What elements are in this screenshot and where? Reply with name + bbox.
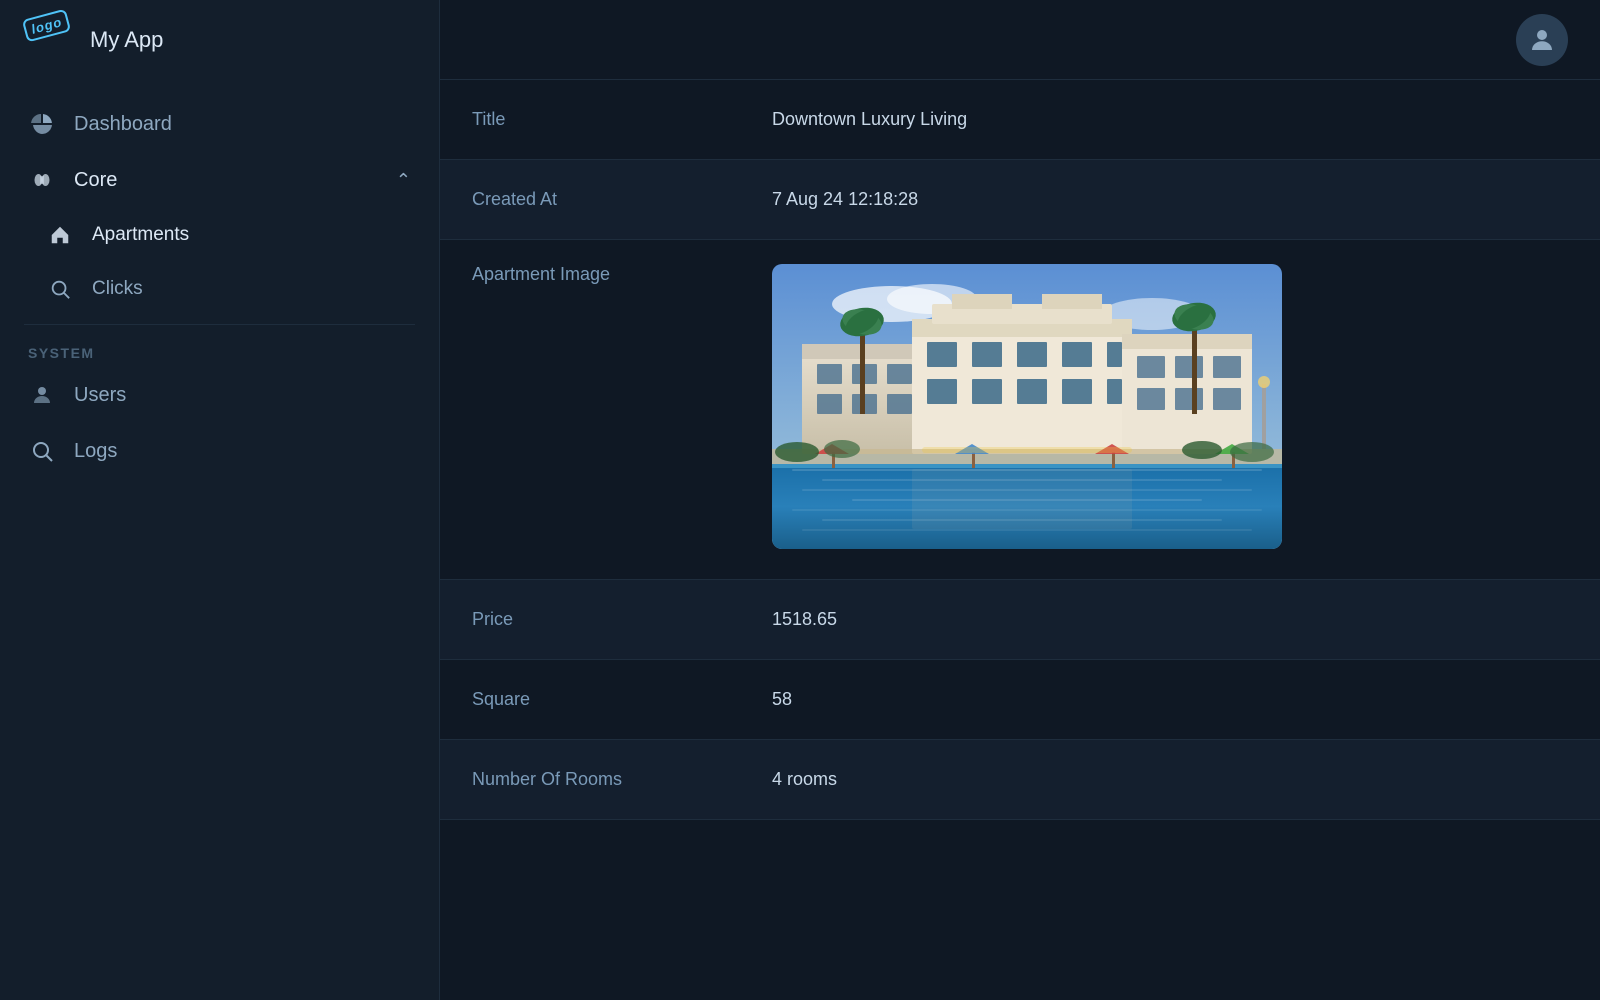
dashboard-label: Dashboard xyxy=(74,113,172,136)
value-square: 58 xyxy=(772,689,1568,710)
detail-row-apartment-image: Apartment Image xyxy=(440,240,1600,580)
label-number-of-rooms: Number Of Rooms xyxy=(472,769,772,790)
detail-table: Title Downtown Luxury Living Created At … xyxy=(440,80,1600,1000)
clicks-label: Clicks xyxy=(92,278,143,300)
logo-icon: logo xyxy=(24,14,76,66)
sidebar-item-logs[interactable]: Logs xyxy=(0,423,439,479)
value-title: Downtown Luxury Living xyxy=(772,109,1568,130)
user-avatar[interactable] xyxy=(1516,14,1568,66)
value-created-at: 7 Aug 24 12:18:28 xyxy=(772,189,1568,210)
label-apartment-image: Apartment Image xyxy=(472,264,772,285)
main-content: Title Downtown Luxury Living Created At … xyxy=(440,0,1600,1000)
label-price: Price xyxy=(472,609,772,630)
detail-row-title: Title Downtown Luxury Living xyxy=(440,80,1600,160)
core-subnav: Apartments Clicks xyxy=(0,208,439,316)
detail-row-number-of-rooms: Number Of Rooms 4 rooms xyxy=(440,740,1600,820)
sidebar-header: logo My App xyxy=(0,0,439,80)
logo-badge: logo xyxy=(22,9,72,43)
sidebar-divider xyxy=(24,324,415,325)
detail-row-created-at: Created At 7 Aug 24 12:18:28 xyxy=(440,160,1600,240)
user-icon xyxy=(28,381,56,409)
users-label: Users xyxy=(74,384,126,407)
sidebar-item-apartments[interactable]: Apartments xyxy=(0,208,439,262)
apartment-image xyxy=(772,264,1282,549)
apartments-label: Apartments xyxy=(92,224,189,246)
topbar xyxy=(440,0,1600,80)
brain-icon xyxy=(28,166,56,194)
main-nav: Dashboard Core ⌃ xyxy=(0,80,439,1000)
detail-row-price: Price 1518.65 xyxy=(440,580,1600,660)
value-number-of-rooms: 4 rooms xyxy=(772,769,1568,790)
detail-row-square: Square 58 xyxy=(440,660,1600,740)
value-price: 1518.65 xyxy=(772,609,1568,630)
app-title: My App xyxy=(90,27,163,53)
label-square: Square xyxy=(472,689,772,710)
chevron-up-icon: ⌃ xyxy=(396,170,411,191)
label-title: Title xyxy=(472,109,772,130)
home-icon xyxy=(46,221,74,249)
label-created-at: Created At xyxy=(472,189,772,210)
logs-search-icon xyxy=(28,437,56,465)
sidebar-item-users[interactable]: Users xyxy=(0,367,439,423)
core-label: Core xyxy=(74,169,117,192)
logs-label: Logs xyxy=(74,440,117,463)
sidebar-item-clicks[interactable]: Clicks xyxy=(0,262,439,316)
chart-pie-icon xyxy=(28,110,56,138)
sidebar-item-dashboard[interactable]: Dashboard xyxy=(0,96,439,152)
search-icon xyxy=(46,275,74,303)
sidebar-item-core[interactable]: Core ⌃ xyxy=(0,152,439,208)
system-section-label: SYSTEM xyxy=(0,333,439,367)
sidebar: logo My App Dashboard xyxy=(0,0,440,1000)
